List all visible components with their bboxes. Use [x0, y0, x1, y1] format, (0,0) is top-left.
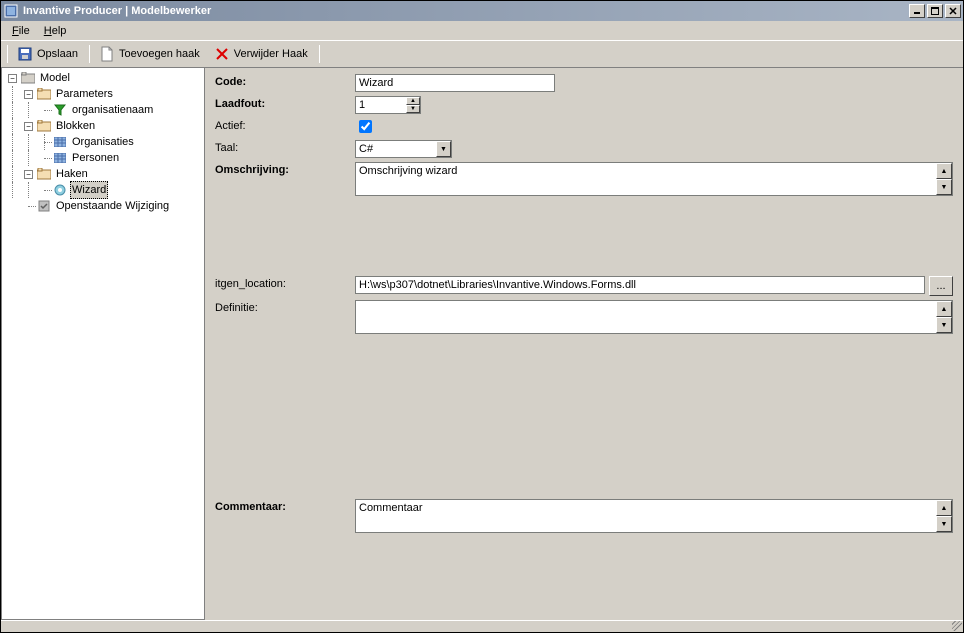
omschrijving-textarea[interactable]	[356, 163, 936, 195]
browse-button[interactable]: ...	[929, 276, 953, 296]
add-hook-label: Toevoegen haak	[119, 48, 200, 60]
minimize-button[interactable]	[909, 4, 925, 18]
tree-panel: − Model − Parameters organisatienaam −	[1, 68, 205, 620]
laadfout-label: Laadfout:	[215, 96, 355, 110]
scrollbar[interactable]: ▲ ▼	[936, 301, 952, 333]
tree-node-blokken[interactable]: − Blokken	[4, 118, 204, 134]
save-label: Opslaan	[37, 48, 78, 60]
laadfout-spinner[interactable]: ▲ ▼	[355, 96, 421, 114]
delete-icon	[214, 46, 230, 62]
scroll-down-icon[interactable]: ▼	[936, 317, 952, 333]
close-button[interactable]	[945, 4, 961, 18]
tree-node-wizard[interactable]: Wizard	[4, 182, 204, 198]
folder-icon	[36, 166, 52, 182]
chevron-down-icon[interactable]: ▼	[436, 141, 451, 157]
table-icon	[52, 150, 68, 166]
maximize-button[interactable]	[927, 4, 943, 18]
spinner-up-icon[interactable]: ▲	[406, 97, 420, 105]
changes-icon	[36, 198, 52, 214]
menu-help[interactable]: Help	[37, 23, 74, 39]
tree-node-parameters[interactable]: − Parameters	[4, 86, 204, 102]
tree-node-organisaties[interactable]: Organisaties	[4, 134, 204, 150]
tree-node-model[interactable]: − Model	[4, 70, 204, 86]
expander-icon[interactable]: −	[24, 90, 33, 99]
tree-node-haken[interactable]: − Haken	[4, 166, 204, 182]
actief-label: Actief:	[215, 118, 355, 132]
commentaar-textarea[interactable]	[356, 500, 936, 532]
expander-icon[interactable]: −	[24, 122, 33, 131]
actief-checkbox[interactable]	[359, 120, 372, 133]
expander-icon[interactable]: −	[24, 170, 33, 179]
scrollbar[interactable]: ▲ ▼	[936, 500, 952, 532]
add-hook-button[interactable]: Toevoegen haak	[94, 43, 207, 65]
window-title: Invantive Producer | Modelbewerker	[23, 5, 907, 17]
definitie-textarea[interactable]	[356, 301, 936, 333]
gear-icon	[52, 182, 68, 198]
document-icon	[99, 46, 115, 62]
save-button[interactable]: Opslaan	[12, 43, 85, 65]
taal-label: Taal:	[215, 140, 355, 154]
filter-icon	[52, 102, 68, 118]
code-label: Code:	[215, 74, 355, 88]
menu-file[interactable]: File	[5, 23, 37, 39]
form-panel: Code: Laadfout: ▲ ▼ Actief: Taal: ▼	[205, 68, 963, 620]
toolbar: Opslaan Toevoegen haak Verwijder Haak	[1, 41, 963, 67]
tree-node-personen[interactable]: Personen	[4, 150, 204, 166]
folder-icon	[36, 118, 52, 134]
model-icon	[20, 70, 36, 86]
scroll-down-icon[interactable]: ▼	[936, 179, 952, 195]
save-icon	[17, 46, 33, 62]
location-input[interactable]	[355, 276, 925, 294]
titlebar: Invantive Producer | Modelbewerker	[1, 1, 963, 21]
commentaar-label: Commentaar:	[215, 499, 355, 513]
laadfout-input[interactable]	[356, 97, 406, 113]
remove-hook-button[interactable]: Verwijder Haak	[209, 43, 315, 65]
resize-grip-icon[interactable]	[952, 621, 962, 631]
tree-node-openstaande[interactable]: Openstaande Wijziging	[4, 198, 204, 214]
tree-node-organisatienaam[interactable]: organisatienaam	[4, 102, 204, 118]
location-label: itgen_location:	[215, 276, 355, 290]
spinner-down-icon[interactable]: ▼	[406, 105, 420, 113]
expander-icon[interactable]: −	[8, 74, 17, 83]
statusbar	[1, 620, 963, 632]
folder-icon	[36, 86, 52, 102]
table-icon	[52, 134, 68, 150]
definitie-label: Definitie:	[215, 300, 355, 314]
scrollbar[interactable]: ▲ ▼	[936, 163, 952, 195]
scroll-up-icon[interactable]: ▲	[936, 301, 952, 317]
scroll-up-icon[interactable]: ▲	[936, 163, 952, 179]
taal-input[interactable]	[356, 141, 436, 157]
scroll-down-icon[interactable]: ▼	[936, 516, 952, 532]
code-input[interactable]	[355, 74, 555, 92]
remove-hook-label: Verwijder Haak	[234, 48, 308, 60]
taal-combo[interactable]: ▼	[355, 140, 452, 158]
scroll-up-icon[interactable]: ▲	[936, 500, 952, 516]
app-icon	[3, 3, 19, 19]
omschrijving-label: Omschrijving:	[215, 162, 355, 176]
menubar: File Help	[1, 21, 963, 41]
